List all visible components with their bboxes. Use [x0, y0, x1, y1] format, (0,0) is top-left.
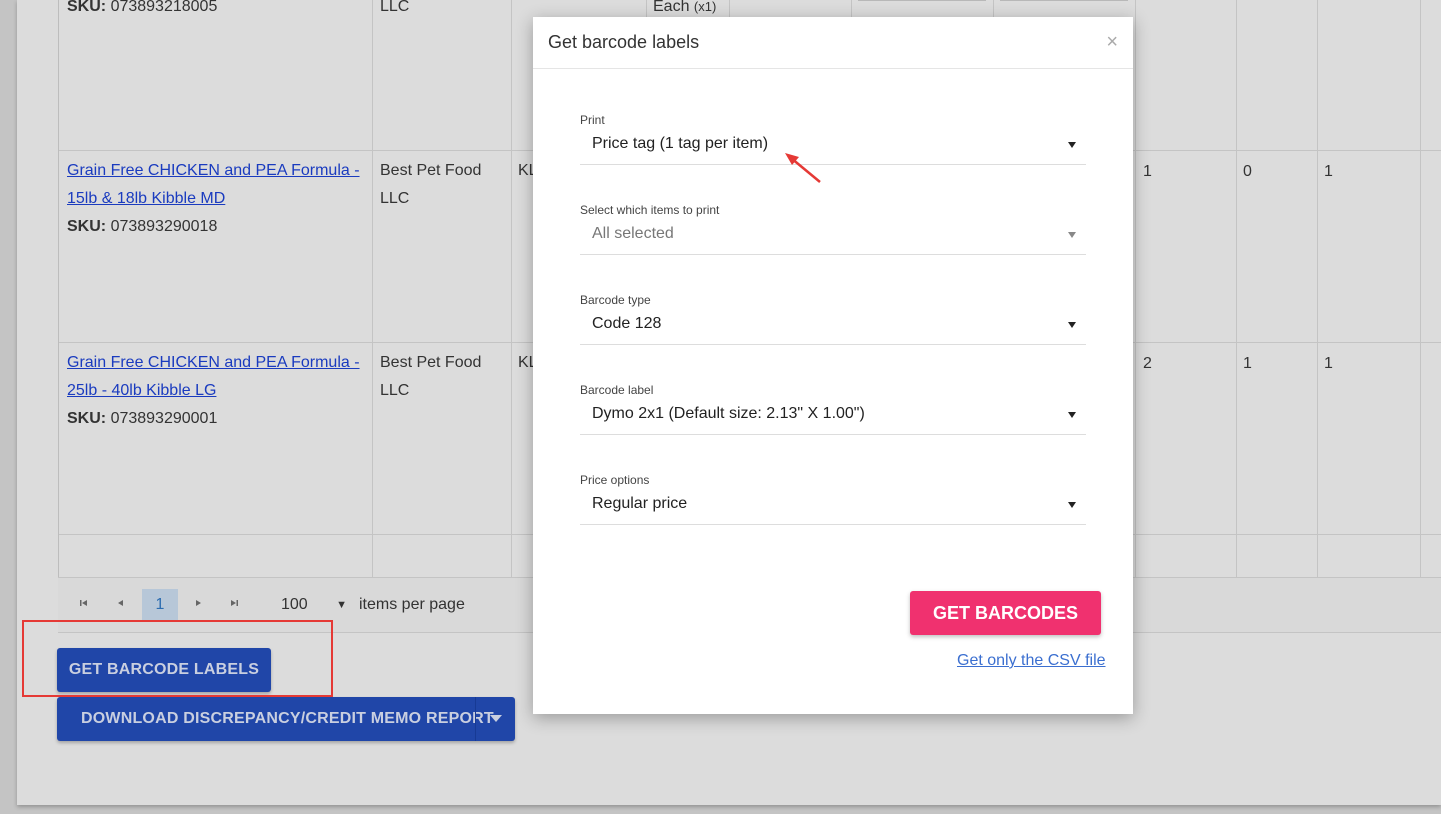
quantity-cell: 1	[1324, 355, 1333, 372]
annotation-arrow-icon	[785, 153, 821, 183]
product-link[interactable]: Grain Free CHICKEN and PEA Formula - 25lb…	[67, 354, 360, 399]
price-options-select[interactable]: Regular price	[580, 488, 1086, 525]
barcode-label-label: Barcode label	[580, 383, 654, 397]
csv-only-link[interactable]: Get only the CSV file	[957, 652, 1106, 670]
quantity-cell: 1	[1143, 163, 1152, 180]
quantity-cell: 2	[1143, 355, 1152, 372]
unit-quantity: (x1)	[693, 0, 717, 14]
items-per-page-select[interactable]: 100 ▼	[281, 589, 347, 621]
column-divider	[511, 0, 512, 577]
chevron-down-icon: ▼	[336, 599, 347, 611]
vendor-line2: LLC	[380, 190, 410, 207]
caret-down-icon	[490, 715, 502, 722]
sku-value: 073893218005	[110, 0, 218, 15]
chevron-down-icon	[1068, 232, 1076, 238]
barcode-labels-modal: Get barcode labels × Print Price tag (1 …	[533, 17, 1133, 714]
table-row: Grain Free CHICKEN and PEA Formula - 25lb…	[67, 349, 360, 433]
page-number-current[interactable]: 1	[142, 589, 178, 621]
vendor-name: Best Pet Food LLC	[380, 157, 481, 213]
chevron-down-icon	[1068, 412, 1076, 418]
table-row: Grain Free CHICKEN and PEA Formula - 15lb…	[67, 157, 360, 241]
product-name-line1: Grain Free CHICKEN and PEA Formula -	[67, 354, 360, 371]
price-options-field: Price options Regular price	[580, 472, 1086, 525]
chevron-down-icon	[1068, 502, 1076, 508]
sku-value: 073893290001	[110, 410, 218, 427]
input-stub	[858, 0, 986, 1]
download-options-dropdown[interactable]	[475, 697, 516, 741]
column-divider	[1317, 0, 1318, 577]
download-report-label: DOWNLOAD DISCREPANCY/CREDIT MEMO REPORT	[81, 710, 494, 727]
vendor-line1: Best Pet Food	[380, 354, 482, 371]
barcode-label-field: Barcode label Dymo 2x1 (Default size: 2.…	[580, 382, 1086, 435]
column-divider	[1420, 0, 1421, 577]
vendor-name: Best Pet Food LLC	[380, 349, 481, 405]
product-name-line2: 15lb & 18lb Kibble MD	[67, 190, 226, 207]
sku-label: SKU:	[67, 0, 107, 15]
vendor-name: LLC	[380, 0, 410, 15]
barcode-type-label: Barcode type	[580, 293, 651, 307]
vendor-line1: Best Pet Food	[380, 162, 482, 179]
download-report-button[interactable]: DOWNLOAD DISCREPANCY/CREDIT MEMO REPORT	[57, 697, 515, 741]
sku-line: SKU: 073893218005	[67, 0, 217, 21]
items-to-print-select[interactable]: All selected	[580, 218, 1086, 255]
unit-label: Each	[653, 0, 690, 15]
column-divider	[1135, 0, 1136, 577]
price-options-label: Price options	[580, 473, 650, 487]
input-stub	[1000, 0, 1128, 1]
column-divider	[1236, 0, 1237, 577]
items-to-print-value: All selected	[592, 225, 674, 242]
last-page-icon[interactable]	[216, 589, 252, 621]
barcode-type-value: Code 128	[592, 315, 662, 332]
product-link[interactable]: Grain Free CHICKEN and PEA Formula - 15lb…	[67, 162, 360, 207]
items-per-page-label: items per page	[359, 596, 465, 613]
vendor-line2: LLC	[380, 382, 410, 399]
sku-label: SKU:	[67, 218, 107, 235]
annotation-highlight-box	[22, 620, 333, 697]
price-options-value: Regular price	[592, 495, 688, 512]
sku-value: 073893290018	[110, 218, 218, 235]
barcode-label-select[interactable]: Dymo 2x1 (Default size: 2.13" X 1.00")	[580, 398, 1086, 435]
product-name-line2: 25lb - 40lb Kibble LG	[67, 382, 217, 399]
quantity-cell: 1	[1243, 355, 1252, 372]
product-name-line1: Grain Free CHICKEN and PEA Formula -	[67, 162, 360, 179]
quantity-cell: 1	[1324, 163, 1333, 180]
quantity-cell: 0	[1243, 163, 1252, 180]
items-per-page-value: 100	[281, 596, 308, 613]
barcode-type-field: Barcode type Code 128	[580, 292, 1086, 345]
prev-page-icon[interactable]	[103, 589, 139, 621]
sku-label: SKU:	[67, 410, 107, 427]
barcode-label-value: Dymo 2x1 (Default size: 2.13" X 1.00")	[592, 405, 865, 422]
next-page-icon[interactable]	[180, 589, 216, 621]
first-page-icon[interactable]	[66, 589, 102, 621]
chevron-down-icon	[1068, 322, 1076, 328]
get-barcodes-button[interactable]: GET BARCODES	[910, 591, 1101, 635]
column-divider	[372, 0, 373, 577]
barcode-type-select[interactable]: Code 128	[580, 308, 1086, 345]
